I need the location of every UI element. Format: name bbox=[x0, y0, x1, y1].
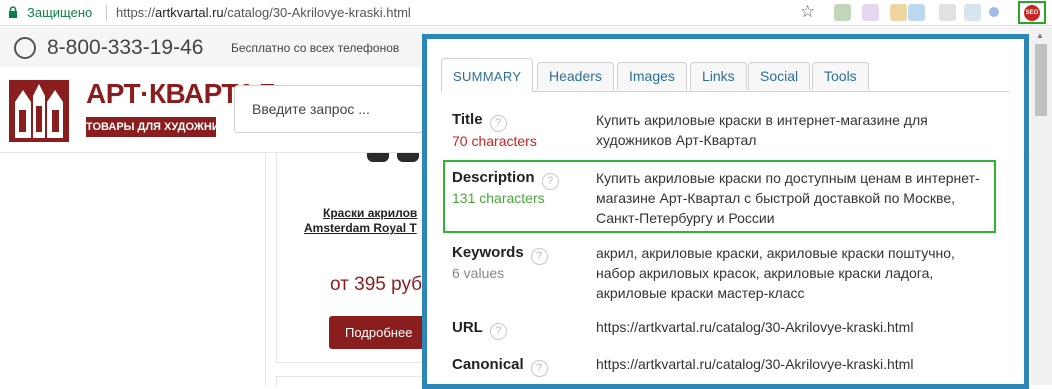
canonical-value[interactable]: https://artkvartal.ru/catalog/30-Akrilov… bbox=[596, 354, 990, 374]
help-icon[interactable]: ? bbox=[530, 360, 548, 377]
tab-images[interactable]: Images bbox=[617, 62, 687, 90]
title-label: Title bbox=[452, 111, 483, 128]
phone-note: Бесплатно со всех телефонов bbox=[231, 41, 400, 55]
extension-icon[interactable] bbox=[939, 4, 956, 21]
extension-icon[interactable] bbox=[989, 7, 999, 17]
phone-icon bbox=[14, 37, 36, 59]
description-row-label: Description? bbox=[452, 169, 559, 190]
extension-icon[interactable] bbox=[834, 4, 851, 21]
address-separator bbox=[106, 5, 107, 21]
product-image[interactable] bbox=[397, 153, 419, 162]
url-label: URL bbox=[452, 319, 483, 336]
keywords-value: акрил, акриловые краски, акриловые краск… bbox=[596, 245, 955, 301]
help-icon[interactable]: ? bbox=[541, 173, 559, 190]
tab-social[interactable]: Social bbox=[748, 62, 811, 90]
bookmark-star-icon[interactable]: ☆ bbox=[800, 2, 815, 22]
description-value: Купить акриловые краски по доступным цен… bbox=[596, 170, 980, 226]
canonical-label: Canonical bbox=[452, 356, 524, 373]
secure-label: Защищено bbox=[27, 5, 93, 20]
seo-extension-button[interactable]: SEO bbox=[1018, 1, 1046, 24]
help-icon[interactable]: ? bbox=[530, 248, 548, 265]
seo-icon: SEO bbox=[1024, 5, 1040, 21]
url-domain: artkvartal.ru bbox=[155, 5, 224, 20]
logo-tagline: ТОВАРЫ ДЛЯ ХУДОЖНИКОВ bbox=[86, 117, 216, 137]
column-divider bbox=[265, 153, 266, 385]
title-char-count: 70 characters bbox=[452, 133, 537, 149]
url-row-label: URL? bbox=[452, 319, 507, 340]
description-label: Description bbox=[452, 169, 535, 186]
product-price: от 395 руб bbox=[330, 274, 423, 295]
url-value[interactable]: https://artkvartal.ru/catalog/30-Akrilov… bbox=[596, 317, 990, 337]
product-name-line: Краски акрилов bbox=[323, 206, 418, 220]
url-prefix: https:// bbox=[116, 5, 156, 20]
scroll-up-icon[interactable]: ▲ bbox=[1036, 31, 1044, 40]
title-value: Купить акриловые краски в интернет-магаз… bbox=[596, 112, 928, 148]
title-row-label: Title? bbox=[452, 111, 507, 132]
url-path: /catalog/30-Akrilovye-kraski.html bbox=[223, 5, 411, 20]
logo-icon[interactable] bbox=[9, 80, 69, 142]
more-button[interactable]: Подробнее bbox=[329, 316, 429, 349]
url-text[interactable]: https://artkvartal.ru/catalog/30-Akrilov… bbox=[116, 5, 411, 20]
help-icon[interactable]: ? bbox=[489, 323, 507, 340]
extension-icon[interactable] bbox=[862, 4, 879, 21]
keywords-label: Keywords bbox=[452, 244, 524, 261]
canonical-row-label: Canonical? bbox=[452, 356, 548, 377]
tab-headers[interactable]: Headers bbox=[537, 62, 614, 90]
tab-links[interactable]: Links bbox=[690, 62, 747, 90]
tab-summary[interactable]: SUMMARY bbox=[441, 58, 534, 92]
extension-icon[interactable] bbox=[964, 4, 981, 21]
extension-icon[interactable] bbox=[890, 4, 907, 21]
help-icon[interactable]: ? bbox=[489, 115, 507, 132]
keywords-row-label: Keywords? bbox=[452, 244, 548, 265]
extension-icon[interactable] bbox=[908, 4, 925, 21]
search-input[interactable] bbox=[235, 86, 433, 132]
phone-number[interactable]: 8-800-333-19-46 bbox=[47, 36, 203, 60]
product-name-link[interactable]: Краски акрилов Amsterdam Royal T bbox=[304, 206, 434, 236]
scrollbar-thumb[interactable] bbox=[1035, 44, 1047, 116]
product-image[interactable] bbox=[367, 153, 389, 162]
site-search[interactable] bbox=[234, 85, 434, 133]
product-name-line: Amsterdam Royal T bbox=[304, 221, 417, 235]
tab-tools[interactable]: Tools bbox=[812, 62, 869, 90]
keywords-count: 6 values bbox=[452, 265, 505, 281]
lock-icon bbox=[9, 6, 17, 18]
description-char-count: 131 characters bbox=[452, 190, 545, 206]
